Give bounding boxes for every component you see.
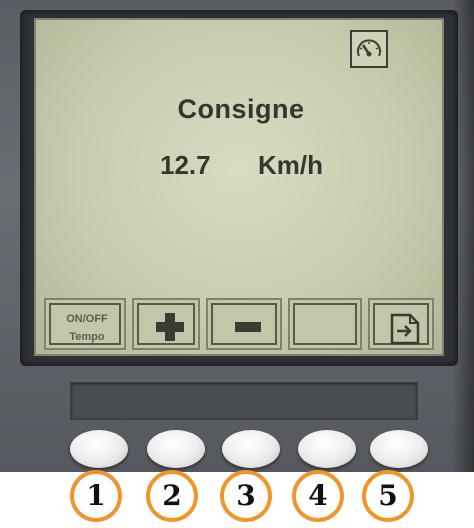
softkey-on-off-label: ON/OFF <box>66 313 108 325</box>
hardware-button-1[interactable] <box>70 430 128 468</box>
hardware-button-4[interactable] <box>298 430 356 468</box>
lcd-screen: Consigne 12.7 Km/h ON/OFF Tempo <box>34 18 444 356</box>
button-label-strip <box>70 382 418 420</box>
softkey-frame: ON/OFF Tempo <box>49 303 121 345</box>
softkey-decrease[interactable] <box>206 298 282 350</box>
hardware-button-5[interactable] <box>370 430 428 468</box>
hardware-button-3[interactable] <box>222 430 280 468</box>
softkey-frame <box>373 303 429 345</box>
softkey-on-off-tempo[interactable]: ON/OFF Tempo <box>44 298 126 350</box>
softkey-bar: ON/OFF Tempo <box>44 298 434 350</box>
softkey-tempo-label: Tempo <box>69 331 105 343</box>
softkey-next-page[interactable] <box>368 298 434 350</box>
softkey-frame <box>137 303 195 345</box>
softkey-increase[interactable] <box>132 298 200 350</box>
button-number-badge-3: 3 <box>220 470 272 522</box>
softkey-frame <box>293 303 357 345</box>
speedometer-icon <box>350 30 388 68</box>
button-number-badge-2: 2 <box>146 470 198 522</box>
speed-value: 12.7 <box>160 150 211 180</box>
softkey-empty[interactable] <box>288 298 362 350</box>
page-next-icon <box>390 313 420 345</box>
terminal-housing: Consigne 12.7 Km/h ON/OFF Tempo <box>0 0 474 472</box>
hardware-button-2[interactable] <box>147 430 205 468</box>
minus-icon <box>235 322 261 332</box>
button-number-badge-5: 5 <box>362 470 414 522</box>
speed-unit: Km/h <box>258 150 323 180</box>
button-number-badge-1: 1 <box>70 470 122 522</box>
softkey-frame <box>211 303 277 345</box>
button-number-badge-4: 4 <box>292 470 344 522</box>
setpoint-title: Consigne <box>177 94 305 124</box>
